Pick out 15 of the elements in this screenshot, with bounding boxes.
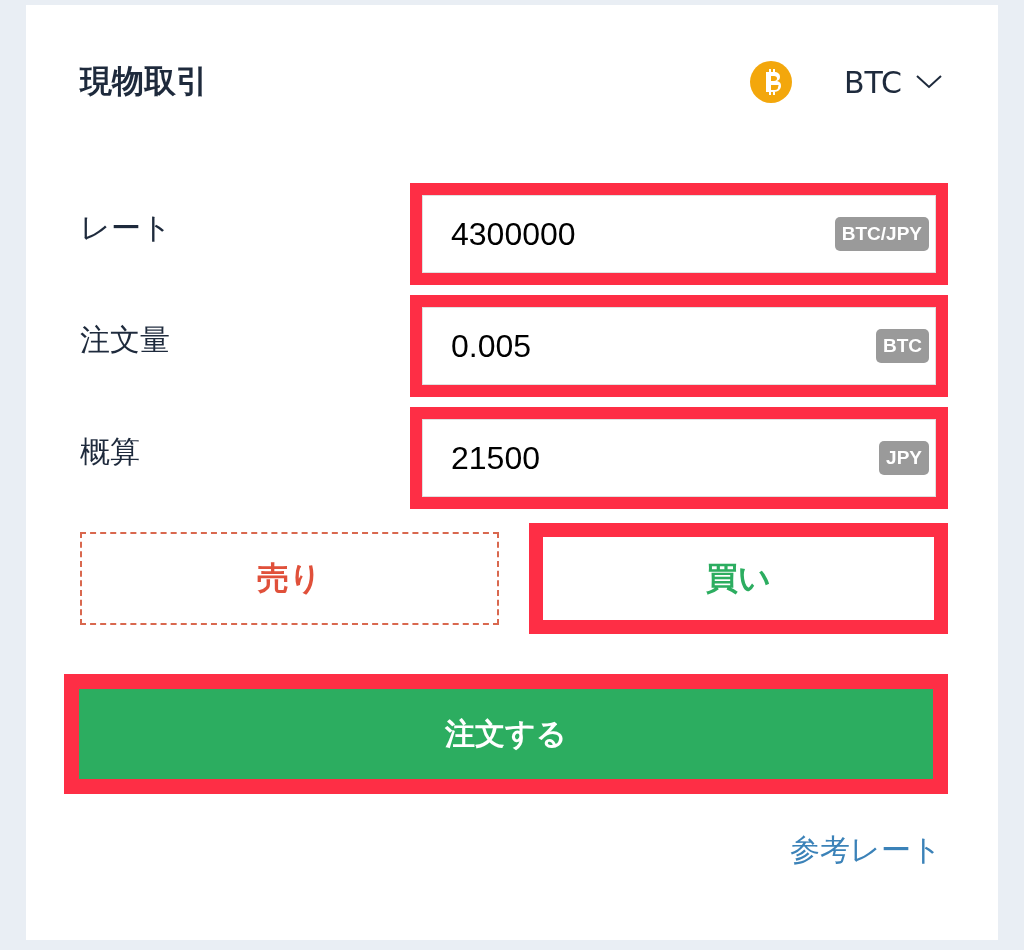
unit-label: BTC/JPY: [834, 217, 929, 251]
sell-button[interactable]: 売り: [80, 532, 499, 625]
unit-label: JPY: [879, 441, 929, 475]
reference-rate-link[interactable]: 参考レート: [790, 830, 942, 871]
chevron-down-icon: [916, 75, 942, 89]
input-field[interactable]: 0.005 BTC: [422, 307, 936, 385]
input-field[interactable]: 4300000 BTC/JPY: [422, 195, 936, 273]
page-title: 現物取引: [80, 61, 209, 102]
field-label: レート: [80, 208, 173, 247]
unit-label: BTC: [875, 329, 929, 363]
currency-dropdown[interactable]: BTC: [843, 64, 942, 100]
bitcoin-icon: [749, 61, 792, 103]
input-field[interactable]: 21500 JPY: [422, 419, 936, 497]
field-label: 概算: [80, 432, 141, 471]
field-label: 注文量: [80, 320, 171, 359]
